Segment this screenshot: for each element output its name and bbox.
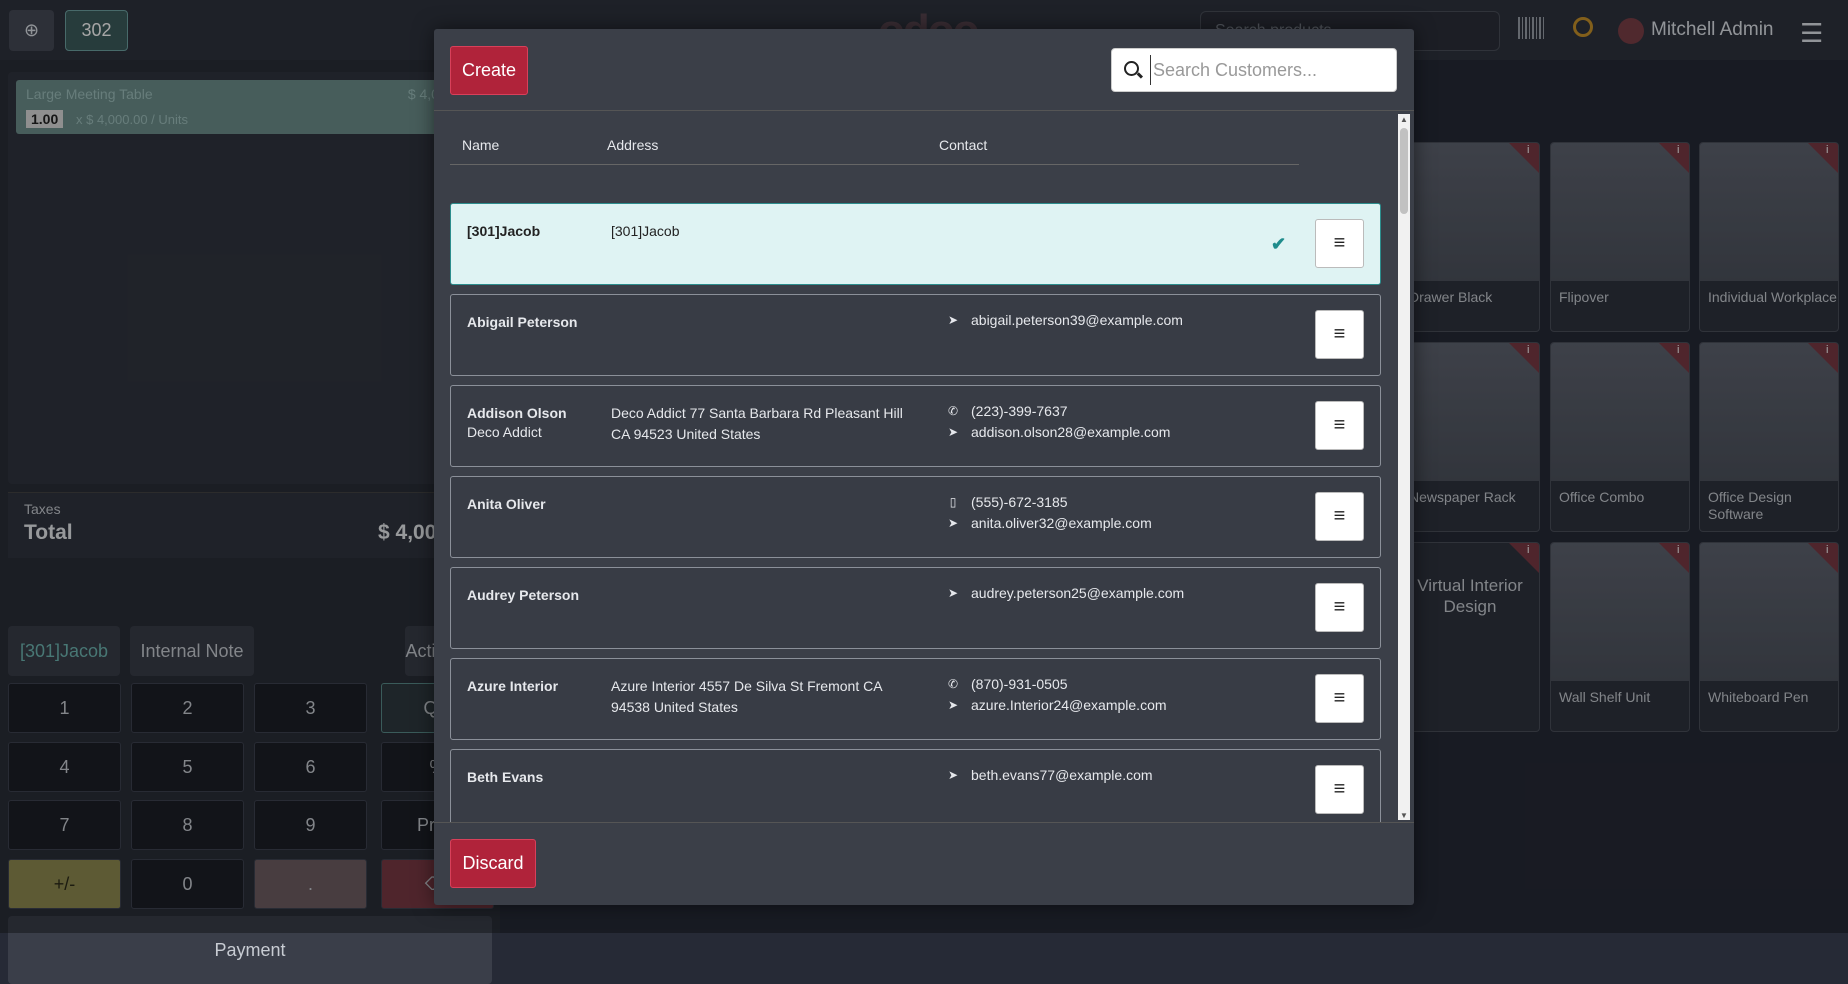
column-header-name: Name	[462, 137, 500, 153]
scroll-down-arrow-icon[interactable]: ▼	[1400, 811, 1408, 820]
scrollbar[interactable]: ▲ ▼	[1398, 114, 1410, 820]
paper-plane-icon: ➤	[947, 586, 959, 600]
customer-row[interactable]: Abigail Peterson ➤ abigail.peterson39@exa…	[450, 294, 1381, 376]
customer-email: ➤ beth.evans77@example.com	[946, 767, 1153, 783]
email-text: beth.evans77@example.com	[971, 767, 1153, 783]
customer-name: Abigail Peterson	[467, 314, 578, 330]
customer-details-button[interactable]: ≡	[1315, 401, 1364, 450]
create-customer-button[interactable]: Create	[450, 46, 528, 95]
customer-mobile: ▯ (555)-672-3185	[946, 494, 1068, 510]
customer-name: Anita Oliver	[467, 496, 546, 512]
customer-phone: ✆ (870)-931-0505	[946, 676, 1068, 692]
list-icon: ≡	[1333, 323, 1346, 345]
customer-address: Azure Interior 4557 De Silva St Fremont …	[611, 678, 882, 715]
customer-address: Deco Addict 77 Santa Barbara Rd Pleasant…	[611, 405, 903, 442]
customer-name: Addison Olson	[467, 405, 567, 421]
customer-address: [301]Jacob	[611, 223, 680, 239]
list-icon: ≡	[1333, 596, 1346, 618]
list-icon: ≡	[1333, 232, 1346, 254]
paper-plane-icon: ➤	[947, 698, 959, 712]
paper-plane-icon: ➤	[947, 768, 959, 782]
customer-list-dialog: Create Name Address Contact [301]Jacob […	[434, 29, 1414, 905]
paper-plane-icon: ➤	[947, 516, 959, 530]
email-text: anita.oliver32@example.com	[971, 515, 1152, 531]
paper-plane-icon: ➤	[947, 425, 959, 439]
list-icon: ≡	[1333, 505, 1346, 527]
list-icon: ≡	[1333, 778, 1346, 800]
customer-row[interactable]: Azure Interior Azure Interior 4557 De Si…	[450, 658, 1381, 740]
customer-list-header: Name Address Contact	[450, 112, 1299, 165]
dialog-header: Create	[434, 29, 1414, 111]
phone-icon: ✆	[947, 677, 959, 691]
customer-email: ➤ audrey.peterson25@example.com	[946, 585, 1184, 601]
customer-email: ➤ anita.oliver32@example.com	[946, 515, 1152, 531]
email-text: addison.olson28@example.com	[971, 424, 1171, 440]
scroll-up-arrow-icon[interactable]: ▲	[1400, 115, 1408, 124]
list-icon: ≡	[1333, 414, 1346, 436]
customer-details-button[interactable]: ≡	[1315, 674, 1364, 723]
search-icon	[1124, 61, 1139, 76]
customer-email: ➤ azure.Interior24@example.com	[946, 697, 1167, 713]
customer-company: Deco Addict	[467, 424, 542, 440]
customer-phone: ✆ (223)-399-7637	[946, 403, 1068, 419]
list-icon: ≡	[1333, 687, 1346, 709]
discard-button[interactable]: Discard	[450, 839, 536, 888]
scrollbar-thumb[interactable]	[1400, 128, 1408, 214]
customer-search[interactable]	[1111, 48, 1397, 92]
customer-email: ➤ abigail.peterson39@example.com	[946, 312, 1183, 328]
customer-search-input[interactable]	[1150, 55, 1386, 85]
email-text: azure.Interior24@example.com	[971, 697, 1167, 713]
customer-details-button[interactable]: ≡	[1315, 310, 1364, 359]
mobile-icon: ▯	[949, 495, 957, 509]
phone-text: (870)-931-0505	[971, 676, 1068, 692]
mobile-text: (555)-672-3185	[971, 494, 1068, 510]
customer-row[interactable]: Beth Evans ➤ beth.evans77@example.com ≡	[450, 749, 1381, 822]
customer-row[interactable]: Addison Olson Deco Addict Deco Addict 77…	[450, 385, 1381, 467]
customer-name: [301]Jacob	[467, 223, 541, 239]
customer-details-button[interactable]: ≡	[1315, 583, 1364, 632]
customer-list: Name Address Contact [301]Jacob [301]Jac…	[434, 112, 1414, 822]
customer-details-button[interactable]: ≡	[1315, 219, 1364, 268]
customer-name: Audrey Peterson	[467, 587, 580, 603]
check-icon: ✔	[1271, 234, 1287, 254]
phone-icon: ✆	[947, 404, 959, 418]
customer-name: Azure Interior	[467, 678, 559, 694]
dialog-footer: Discard	[434, 822, 1414, 905]
email-text: audrey.peterson25@example.com	[971, 585, 1185, 601]
email-text: abigail.peterson39@example.com	[971, 312, 1183, 328]
customer-name: Beth Evans	[467, 769, 544, 785]
customer-details-button[interactable]: ≡	[1315, 765, 1364, 814]
column-header-contact: Contact	[939, 137, 988, 153]
customer-row[interactable]: Audrey Peterson ➤ audrey.peterson25@examp…	[450, 567, 1381, 649]
phone-text: (223)-399-7637	[971, 403, 1068, 419]
customer-row[interactable]: Anita Oliver ▯ (555)-672-3185 ➤ anita.oliv…	[450, 476, 1381, 558]
paper-plane-icon: ➤	[947, 313, 959, 327]
column-header-address: Address	[607, 137, 659, 153]
customer-email: ➤ addison.olson28@example.com	[946, 424, 1170, 440]
customer-details-button[interactable]: ≡	[1315, 492, 1364, 541]
customer-row[interactable]: [301]Jacob [301]Jacob ✔ ≡	[450, 203, 1381, 285]
